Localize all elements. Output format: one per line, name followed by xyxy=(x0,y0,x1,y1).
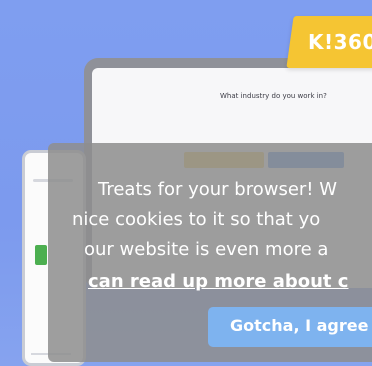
cookie-banner: Treats for your browser! W nice cookies … xyxy=(48,143,372,362)
hero-section: What industry do you work in? K!360 Trea… xyxy=(0,0,372,366)
agree-button[interactable]: Gotcha, I agree xyxy=(208,307,372,347)
brand-logo: K!360 xyxy=(286,16,372,68)
industry-question: What industry do you work in? xyxy=(220,92,327,100)
phone-green-tab xyxy=(35,245,47,265)
cookie-text-line-3: our website is even more a xyxy=(84,239,329,260)
cookie-text-line-1: Treats for your browser! W xyxy=(98,179,338,200)
cookie-text-line-2: nice cookies to it so that yo xyxy=(72,209,321,230)
agree-button-label: Gotcha, I agree xyxy=(230,316,369,335)
brand-logo-text: K!360 xyxy=(308,30,372,54)
cookie-policy-link[interactable]: can read up more about c xyxy=(88,271,348,292)
